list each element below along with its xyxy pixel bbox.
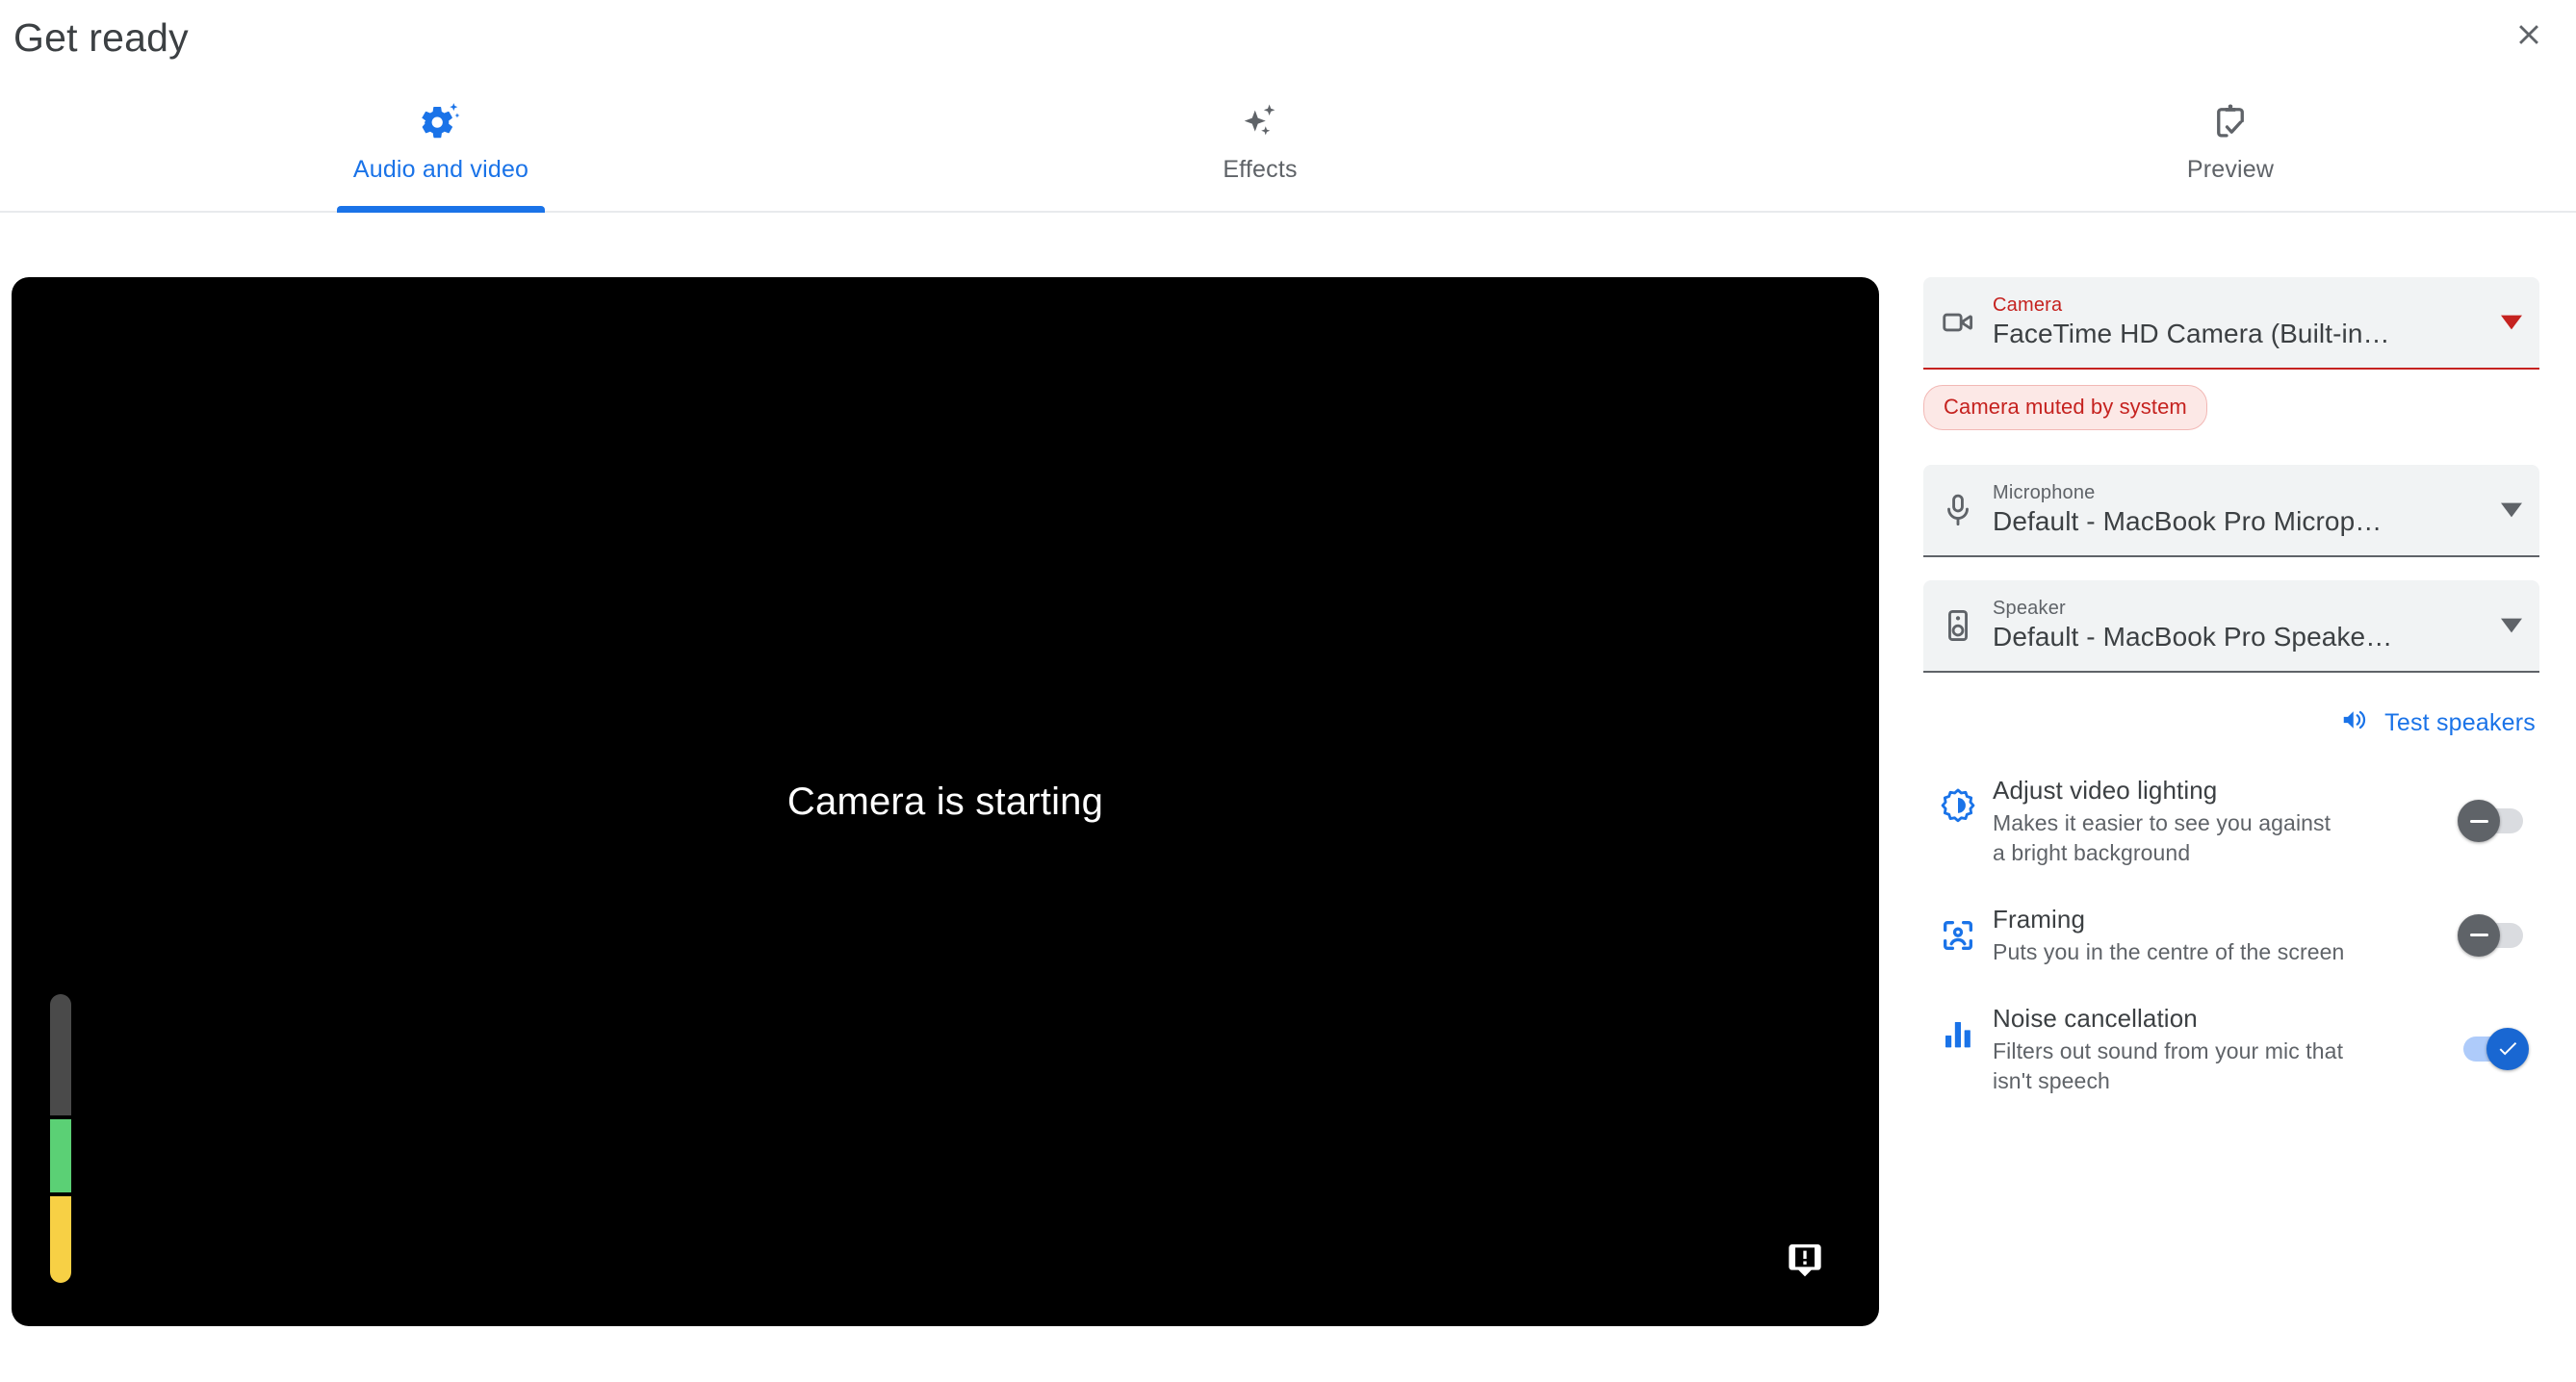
minus-icon [2470, 820, 2488, 823]
toggle-knob [2486, 1028, 2529, 1070]
microphone-select-text: Microphone Default - MacBook Pro Microp… [1993, 481, 2484, 539]
camera-select[interactable]: Camera FaceTime HD Camera (Built-in… [1923, 277, 2539, 370]
mic-icon [1923, 492, 1993, 528]
tab-label-preview: Preview [2187, 154, 2274, 185]
page-title: Get ready [13, 8, 189, 67]
speaker-icon [1923, 607, 1993, 644]
setting-title-adjust-video-lighting: Adjust video lighting [1993, 774, 2430, 806]
tab-label-effects: Effects [1223, 154, 1297, 185]
tab-label-audio-and-video: Audio and video [353, 154, 528, 185]
microphone-value: Default - MacBook Pro Microp… [1993, 504, 2474, 539]
setting-title-framing: Framing [1993, 903, 2430, 935]
videocam-icon [1923, 304, 1993, 341]
speaker-label: Speaker [1993, 597, 2474, 620]
check-icon [2496, 1037, 2519, 1061]
minus-icon [2470, 934, 2488, 936]
close-button[interactable] [2499, 6, 2559, 65]
toggle-noise-cancellation[interactable] [2463, 1036, 2523, 1062]
tab-preview[interactable]: Preview [2081, 75, 2380, 213]
speaker-select-text: Speaker Default - MacBook Pro Speake… [1993, 597, 2484, 654]
clipboard-check-icon [2210, 100, 2251, 142]
active-tab-indicator [337, 206, 545, 213]
speaker-value: Default - MacBook Pro Speake… [1993, 620, 2474, 654]
volume-up-icon [2340, 705, 2369, 741]
setting-title-noise-cancellation: Noise cancellation [1993, 1002, 2430, 1035]
chevron-down-icon-microphone[interactable] [2484, 499, 2539, 521]
brightness-icon [1923, 774, 1993, 826]
equalizer-icon [1923, 1002, 1993, 1054]
speaker-select[interactable]: Speaker Default - MacBook Pro Speake… [1923, 580, 2539, 673]
setting-body-noise-cancellation: Noise cancellation Filters out sound fro… [1993, 1002, 2447, 1096]
chevron-down-icon-camera[interactable] [2484, 312, 2539, 333]
report-problem-button[interactable] [1777, 1232, 1833, 1288]
microphone-label: Microphone [1993, 481, 2474, 504]
audio-level-meter [50, 994, 71, 1283]
setting-body-framing: Framing Puts you in the centre of the sc… [1993, 903, 2447, 967]
center-focus-icon [1923, 903, 1993, 955]
test-speakers-row: Test speakers [1923, 673, 2539, 756]
setting-desc-noise-cancellation: Filters out sound from your mic that isn… [1993, 1036, 2349, 1096]
spacer [1923, 557, 2539, 580]
video-status-message: Camera is starting [12, 277, 1879, 1326]
audio-meter-segment-inactive [50, 994, 71, 1115]
toggle-knob [2458, 914, 2500, 957]
setting-desc-adjust-video-lighting: Makes it easier to see you against a bri… [1993, 808, 2349, 868]
dialog-header: Get ready [0, 0, 2576, 75]
chevron-down-icon-speaker[interactable] [2484, 615, 2539, 636]
sparkles-icon [1240, 100, 1280, 142]
setting-body-adjust-video-lighting: Adjust video lighting Makes it easier to… [1993, 774, 2447, 868]
toggle-wrap-adjust-video-lighting [2447, 808, 2539, 833]
camera-label: Camera [1993, 294, 2474, 317]
video-preview-stage: Camera is starting [12, 277, 1879, 1326]
test-speakers-label: Test speakers [2384, 709, 2536, 737]
setting-row-noise-cancellation[interactable]: Noise cancellation Filters out sound fro… [1923, 985, 2539, 1113]
spacer [1923, 430, 2539, 465]
setting-row-framing[interactable]: Framing Puts you in the centre of the sc… [1923, 885, 2539, 985]
toggle-wrap-noise-cancellation [2447, 1036, 2539, 1062]
setting-desc-framing: Puts you in the centre of the screen [1993, 937, 2349, 967]
device-settings-panel: Camera FaceTime HD Camera (Built-in… Cam… [1923, 277, 2539, 1326]
tab-effects[interactable]: Effects [1105, 75, 1415, 213]
toggle-framing[interactable] [2463, 923, 2523, 948]
feedback-icon [1786, 1240, 1824, 1281]
audio-meter-segment-yellow [50, 1196, 71, 1283]
toggle-adjust-video-lighting[interactable] [2463, 808, 2523, 833]
audio-meter-segment-green [50, 1119, 71, 1192]
close-icon [2512, 18, 2545, 54]
settings-sparkle-icon [421, 100, 461, 142]
setting-row-adjust-video-lighting[interactable]: Adjust video lighting Makes it easier to… [1923, 756, 2539, 885]
tab-bar: Audio and video Effects Preview [0, 75, 2576, 213]
camera-value: FaceTime HD Camera (Built-in… [1993, 317, 2474, 351]
toggle-wrap-framing [2447, 923, 2539, 948]
camera-select-text: Camera FaceTime HD Camera (Built-in… [1993, 294, 2484, 351]
microphone-select[interactable]: Microphone Default - MacBook Pro Microp… [1923, 465, 2539, 557]
test-speakers-button[interactable]: Test speakers [2336, 696, 2539, 751]
camera-status-badge: Camera muted by system [1923, 385, 2207, 430]
tab-audio-and-video[interactable]: Audio and video [223, 75, 658, 213]
camera-status-chip-wrap: Camera muted by system [1923, 370, 2539, 430]
toggle-knob [2458, 800, 2500, 842]
